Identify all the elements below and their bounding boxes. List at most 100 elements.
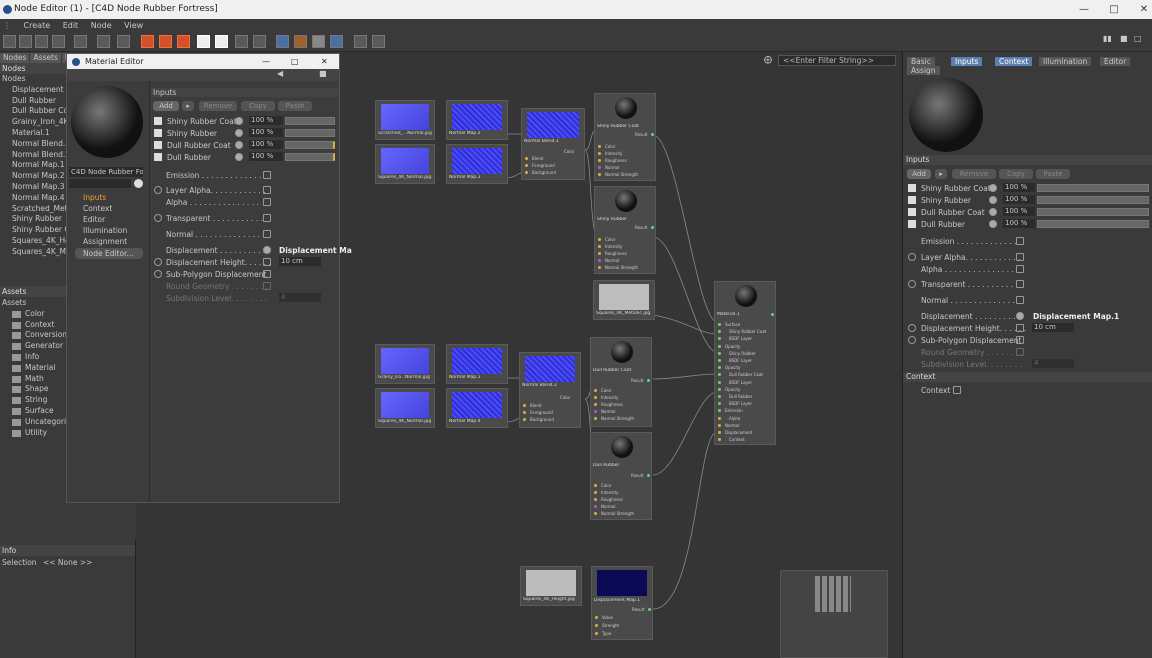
layout-icon[interactable]: ▮▮ [1103,34,1112,43]
material-nav-item-inputs[interactable]: Inputs [75,192,143,203]
port-dot[interactable] [523,418,526,421]
right-subdivision-field[interactable]: 4 [1032,359,1074,368]
right-tab-context[interactable]: Context [995,57,1033,66]
material-input-port[interactable] [718,395,721,398]
me-close-button[interactable]: ✕ [321,54,328,69]
port-dot[interactable] [594,484,597,487]
material-input-port[interactable] [718,337,721,341]
right-displacement-height-field[interactable]: 10 cm [1032,323,1074,332]
tab-assets[interactable]: Assets [30,53,61,63]
right-emission-checkbox[interactable] [1016,237,1024,245]
right-sub-polygon-radio[interactable] [908,336,916,344]
port-dot[interactable] [598,145,601,148]
port-dot[interactable] [523,411,526,414]
port-dot[interactable] [525,164,528,167]
right-tab-basic[interactable]: Basic [907,57,935,66]
tool-list-icon[interactable] [141,35,154,48]
material-nav-item-illumination[interactable]: Illumination [75,225,143,236]
port-dot[interactable] [594,403,597,406]
node-squares-normal-2[interactable]: Squares_4K_Normal.jpg [375,388,435,428]
node-normal-map-1[interactable]: Normal Map.1 [446,344,508,384]
right-transparent-radio[interactable] [908,280,916,288]
material-input-port[interactable] [718,416,721,420]
right-layer-alpha-radio[interactable] [908,253,916,261]
port-dot[interactable] [598,238,601,241]
port-dot[interactable] [594,389,597,392]
right-transparent-checkbox[interactable] [1016,280,1024,288]
right-input-slider[interactable] [1037,220,1149,228]
right-alpha-checkbox[interactable] [1016,265,1024,273]
port-dot[interactable] [598,159,601,162]
material-input-port[interactable] [718,387,721,391]
menu-node[interactable]: Node [91,21,112,30]
input-value-field[interactable]: 100 % [249,140,283,149]
tool-select-icon[interactable] [3,35,16,48]
input-value-field[interactable]: 100 % [249,116,283,125]
right-input-value-field[interactable]: 100 % [1003,207,1035,216]
tool-list2-icon[interactable] [159,35,172,48]
right-remove-button[interactable]: Remove [952,169,996,179]
tool-play-icon[interactable] [197,35,210,48]
right-copy-button[interactable]: Copy [999,169,1033,179]
menu-create[interactable]: Create [24,21,51,30]
right-add-button[interactable]: Add [907,169,931,179]
right-tab-assign[interactable]: Assign [907,66,940,75]
alpha-checkbox[interactable] [263,198,271,206]
material-input-port[interactable] [718,431,721,434]
port-dot[interactable] [595,616,598,619]
material-input-port[interactable] [718,366,721,370]
right-displacement-height-checkbox[interactable] [1016,324,1024,332]
tool-arrange2-icon[interactable] [253,35,266,48]
displacement-radio[interactable] [263,246,271,254]
node-shiny-rubber[interactable]: Shiny Rubber Result Color Intensity Roughnes… [594,186,656,274]
input-slider[interactable] [285,141,335,149]
tool-grid-icon[interactable] [74,35,87,48]
port-dot[interactable] [594,512,597,515]
input-value-field[interactable]: 100 % [249,128,283,137]
close-button[interactable]: ✕ [1129,0,1152,19]
layer-alpha-radio[interactable] [154,186,162,194]
port-dot[interactable] [598,152,601,155]
right-displacement-height-radio[interactable] [908,324,916,332]
tool-layout2-icon[interactable] [117,35,130,48]
tool-frame-icon[interactable] [19,35,32,48]
material-input-port[interactable] [718,409,721,413]
material-input-port[interactable] [718,423,721,427]
filter-clear-icon[interactable]: ⨁ [764,55,772,64]
material-input-port[interactable] [718,373,721,377]
right-input-slider[interactable] [1037,184,1149,192]
subdivision-field[interactable]: 4 [279,293,321,302]
tool-node2-icon[interactable] [294,35,307,48]
tool-list3-icon[interactable] [177,35,190,48]
right-sub-polygon-checkbox[interactable] [1016,336,1024,344]
node-normal-map-2[interactable]: Normal Map.2 [446,100,508,140]
right-displacement-radio[interactable] [1016,312,1024,320]
result-port[interactable] [651,226,654,229]
port-dot[interactable] [598,245,601,248]
right-input-radio[interactable] [989,196,997,204]
port-dot[interactable] [594,417,597,420]
displacement-height-checkbox[interactable] [263,258,271,266]
input-slider[interactable] [285,117,335,125]
tool-warning-icon[interactable] [52,35,65,48]
tool-solo-icon[interactable] [330,35,343,48]
right-input-slider[interactable] [1037,208,1149,216]
minimize-button[interactable]: — [1069,0,1099,19]
material-input-port[interactable] [718,402,721,406]
right-tab-editor[interactable]: Editor [1100,57,1131,66]
node-scratched-normal[interactable]: Scratched_...Normal.jpg [375,100,435,140]
port-dot[interactable] [525,171,528,174]
sub-polygon-checkbox[interactable] [263,270,271,278]
node-normal-map-3[interactable]: Normal Map.3 [446,144,508,184]
material-name-field[interactable]: C4D Node Rubber Fo [69,167,143,177]
add-button[interactable]: Add [153,101,179,111]
port-dot[interactable] [594,410,597,413]
tool-view-icon[interactable] [354,35,367,48]
remove-button[interactable]: Remove [199,101,237,111]
material-input-port[interactable] [718,351,721,355]
port-dot[interactable] [525,157,528,160]
back-arrow-icon[interactable]: ◀ [277,69,283,78]
node-normal-blend-1[interactable]: Normal Blend.1 Blend Foreground Background C… [521,108,585,180]
add-arrow-button[interactable]: ▸ [182,101,194,111]
round-geometry-checkbox[interactable] [263,282,271,290]
